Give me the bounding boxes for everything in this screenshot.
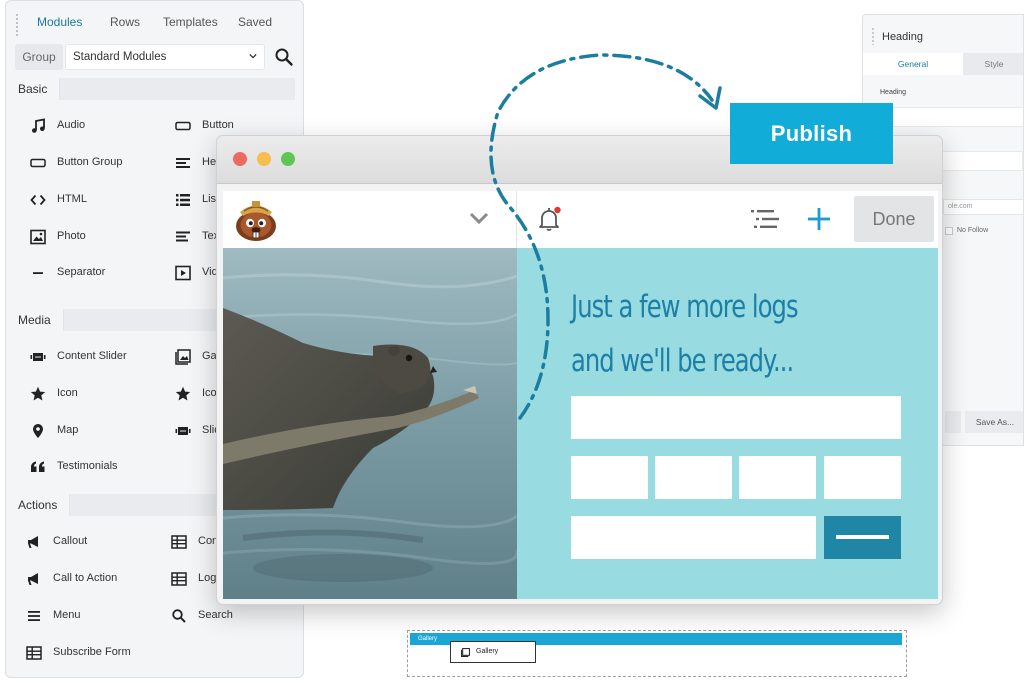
search-icon: [172, 609, 186, 623]
module-label: Map: [57, 424, 79, 436]
browser-window: Done Just a few more logs and we'll be r…: [216, 135, 943, 605]
tab-saved[interactable]: Saved: [238, 15, 272, 29]
tab-style[interactable]: Style: [963, 53, 1023, 75]
code-icon: [30, 194, 46, 206]
module-label: HTML: [57, 193, 87, 205]
maximize-window-button[interactable]: [281, 152, 295, 166]
form-icon: [171, 572, 187, 586]
module-label: Separator: [57, 266, 106, 278]
signup-field-wide[interactable]: [571, 396, 901, 439]
form-icon: [171, 535, 187, 549]
site-header-left: [223, 191, 517, 248]
module-label: Callout: [53, 535, 88, 547]
publish-button[interactable]: Publish: [730, 103, 893, 164]
gallery-icon: [461, 648, 470, 657]
close-window-button[interactable]: [233, 152, 247, 166]
tab-modules[interactable]: Modules: [37, 15, 82, 29]
separator-icon: [33, 272, 43, 274]
modules-tabs: Modules Rows Templates Saved: [6, 15, 303, 35]
section-basic[interactable]: Basic: [6, 78, 303, 100]
settings-button[interactable]: [945, 411, 961, 433]
photo-icon: [30, 229, 46, 245]
plus-icon[interactable]: [807, 207, 831, 231]
notification-bell-icon[interactable]: [537, 205, 563, 233]
signup-field-3[interactable]: [739, 456, 816, 499]
module-label: Icon: [57, 387, 78, 399]
module-label: Audio: [57, 119, 86, 131]
site-preview: Done Just a few more logs and we'll be r…: [223, 191, 938, 599]
beaver-logo-icon[interactable]: [232, 197, 280, 243]
hero-headline-line-1: Just a few more logs: [571, 289, 799, 325]
dragged-module-label: Gallery: [476, 648, 499, 655]
save-as-button[interactable]: Save As...: [965, 411, 1023, 433]
star-icon: [175, 386, 191, 401]
module-label: Call to Action: [53, 572, 118, 584]
text-icon: [176, 231, 190, 242]
slider-icon: [30, 353, 46, 361]
list-icon: [176, 194, 190, 206]
settings-tabs: General Style: [863, 53, 1023, 75]
module-label: Subscribe Form: [53, 646, 131, 658]
dragged-module-chip[interactable]: Gallery: [450, 641, 536, 663]
beaver-photo: [223, 248, 517, 599]
group-row: Group Standard Modules: [15, 44, 300, 70]
search-icon[interactable]: [274, 47, 294, 67]
section-media-title: Media: [6, 309, 64, 331]
chevron-down-icon: [249, 53, 257, 59]
module-label: Button: [202, 119, 234, 131]
drop-indicator-label: Gallery: [418, 636, 438, 642]
module-label: Photo: [57, 230, 86, 242]
megaphone-icon: [28, 536, 38, 548]
nofollow-label: No Follow: [957, 227, 989, 234]
section-actions-title: Actions: [6, 494, 71, 516]
signup-email-field[interactable]: [571, 516, 816, 559]
button-icon: [175, 121, 191, 131]
group-label: Group: [15, 44, 63, 70]
star-icon: [30, 386, 46, 401]
module-label: Button Group: [57, 156, 123, 168]
button-group-icon: [30, 158, 46, 168]
drag-grip-icon[interactable]: [871, 27, 875, 45]
settings-title: Heading: [882, 31, 923, 43]
heading-field-label: Heading: [880, 89, 907, 96]
heading-icon: [176, 158, 190, 168]
signup-submit-button[interactable]: [824, 516, 901, 559]
arrow-head-icon: [698, 86, 722, 110]
hero-headline: Just a few more logs and we'll be ready.…: [571, 280, 836, 388]
site-header-right: Done: [517, 191, 938, 248]
section-basic-title: Basic: [6, 78, 61, 100]
module-label: Menu: [53, 609, 81, 621]
map-pin-icon: [33, 424, 43, 438]
menu-icon: [28, 611, 40, 621]
module-label: Search: [198, 609, 233, 621]
group-select[interactable]: Standard Modules: [65, 44, 265, 70]
slider-icon: [175, 427, 191, 435]
module-label: Testimonials: [57, 460, 118, 472]
signup-hero: Just a few more logs and we'll be ready.…: [517, 248, 938, 599]
done-button[interactable]: Done: [854, 196, 934, 242]
gallery-icon: [175, 349, 191, 365]
tab-templates[interactable]: Templates: [163, 15, 218, 29]
signup-field-1[interactable]: [571, 456, 648, 499]
module-label: Content Slider: [57, 350, 127, 362]
link-url-field[interactable]: ole.com: [943, 199, 1023, 215]
signup-field-4[interactable]: [824, 456, 901, 499]
row-drop-zone[interactable]: Gallery Gallery: [407, 630, 907, 677]
tab-rows[interactable]: Rows: [110, 15, 140, 29]
chevron-down-icon[interactable]: [469, 211, 489, 225]
tab-general[interactable]: General: [863, 53, 963, 75]
form-icon: [26, 646, 42, 660]
megaphone-icon: [28, 573, 38, 585]
minimize-window-button[interactable]: [257, 152, 271, 166]
quote-icon: [31, 461, 45, 472]
hero-headline-line-2: and we'll be ready...: [571, 343, 794, 379]
submit-dash-icon: [836, 535, 889, 539]
video-icon: [175, 265, 191, 281]
signup-field-2[interactable]: [655, 456, 732, 499]
group-select-value: Standard Modules: [73, 51, 167, 63]
music-note-icon: [32, 118, 45, 133]
menu-lines-icon[interactable]: [751, 209, 779, 229]
nofollow-checkbox[interactable]: [945, 227, 953, 235]
